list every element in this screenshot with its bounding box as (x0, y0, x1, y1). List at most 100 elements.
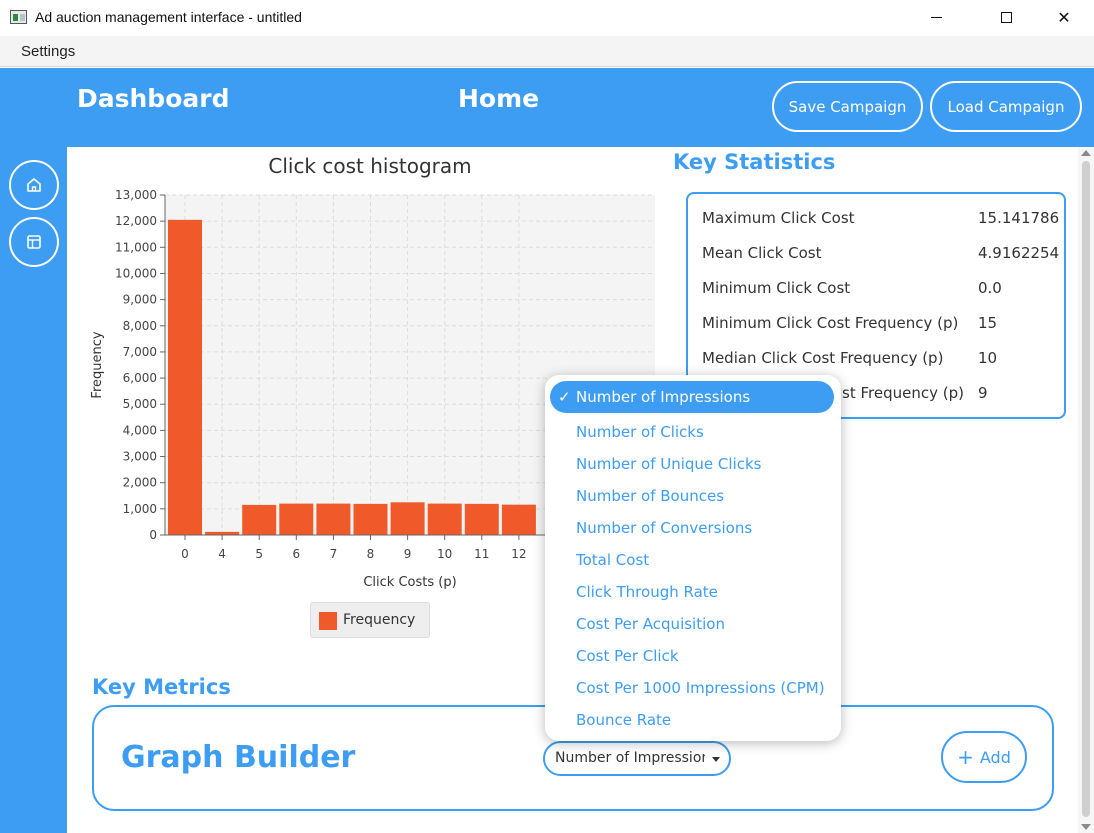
scrollbar-thumb[interactable] (1082, 161, 1090, 817)
dropdown-option[interactable]: Number of Clicks (550, 416, 834, 448)
y-tick-label: 8,000 (123, 319, 157, 333)
dropdown-option[interactable]: Cost Per 1000 Impressions (CPM) (550, 672, 834, 704)
y-tick-label: 11,000 (115, 240, 157, 254)
y-tick-label: 4,000 (123, 423, 157, 437)
dropdown-option[interactable]: Cost Per Acquisition (550, 608, 834, 640)
scroll-down-arrow-icon[interactable] (1081, 824, 1091, 830)
dropdown-option[interactable]: ✓ Number of Impressions (550, 381, 834, 413)
maximize-icon (1000, 11, 1012, 23)
stat-label: Mean Click Cost (702, 244, 822, 262)
home-nav-button[interactable] (9, 160, 59, 210)
chart-legend: Frequency (310, 602, 430, 638)
scroll-up-arrow-icon[interactable] (1081, 150, 1091, 156)
y-axis-label: Frequency (90, 331, 105, 398)
legend-swatch (319, 612, 337, 630)
header: Dashboard Home Save Campaign Load Campai… (0, 68, 1094, 147)
y-tick-label: 3,000 (123, 450, 157, 464)
stat-label: st Frequency (p) (842, 384, 964, 402)
menu-bar: Settings (0, 36, 1094, 67)
home-title: Home (458, 84, 540, 113)
dashboard-title: Dashboard (77, 84, 230, 113)
minimize-button[interactable] (913, 0, 959, 34)
dropdown-option[interactable]: Cost Per Click (550, 640, 834, 672)
key-statistics-title: Key Statistics (673, 150, 836, 174)
add-button-label: Add (979, 747, 1011, 767)
y-tick-label: 2,000 (123, 476, 157, 490)
close-button[interactable]: ✕ (1041, 0, 1087, 34)
histogram-bar (242, 504, 277, 535)
x-tick-label: 0 (181, 547, 189, 561)
stat-value: 10 (978, 349, 998, 367)
sidebar (0, 147, 67, 833)
chart-title: Click cost histogram (268, 154, 472, 178)
window-title: Ad auction management interface - untitl… (35, 9, 302, 25)
dropdown-option[interactable]: Total Cost (550, 544, 834, 576)
metric-select-value: Number of Impressions (555, 750, 705, 766)
y-tick-label: 13,000 (115, 188, 157, 202)
stat-value: 0.0 (978, 279, 1002, 297)
stat-label: Minimum Click Cost Frequency (p) (702, 314, 959, 332)
stat-value: 9 (978, 384, 988, 402)
maximize-button[interactable] (983, 0, 1029, 34)
chevron-down-icon (712, 757, 720, 762)
histogram-bar (316, 503, 351, 535)
minimize-icon (930, 16, 942, 18)
histogram-bar (279, 503, 314, 535)
histogram-bar (464, 503, 499, 535)
histogram-bar (390, 502, 425, 535)
histogram-bar (353, 503, 388, 535)
dropdown-option[interactable]: Click Through Rate (550, 576, 834, 608)
stat-value: 15.141786 (978, 209, 1060, 227)
stat-label: Median Click Cost Frequency (p) (702, 349, 944, 367)
x-tick-label: 6 (292, 547, 300, 561)
app-icon (10, 10, 27, 24)
stat-label: Maximum Click Cost (702, 209, 855, 227)
check-icon: ✓ (558, 388, 571, 406)
metric-dropdown-menu: ✓ Number of Impressions Number of Clicks… (545, 375, 841, 741)
dropdown-option[interactable]: Number of Unique Clicks (550, 448, 834, 480)
histogram-bar (501, 504, 536, 535)
menu-settings[interactable]: Settings (21, 43, 75, 60)
histogram-bar (168, 219, 202, 535)
dropdown-option[interactable]: Bounce Rate (550, 704, 834, 736)
key-metrics-title: Key Metrics (92, 675, 231, 699)
histogram-bar (427, 503, 462, 535)
y-tick-label: 5,000 (123, 397, 157, 411)
vertical-scrollbar[interactable] (1078, 147, 1094, 833)
legend-label: Frequency (343, 612, 416, 628)
x-tick-label: 9 (404, 547, 412, 561)
y-tick-label: 9,000 (123, 293, 157, 307)
x-tick-label: 10 (437, 547, 452, 561)
x-axis-label: Click Costs (p) (363, 575, 456, 590)
graph-builder-title: Graph Builder (121, 740, 356, 775)
y-tick-label: 10,000 (115, 266, 157, 280)
x-tick-label: 4 (218, 547, 226, 561)
load-campaign-button[interactable]: Load Campaign (930, 81, 1082, 132)
y-tick-label: 7,000 (123, 345, 157, 359)
dropdown-option-label: Number of Impressions (576, 388, 751, 406)
x-tick-label: 7 (330, 547, 338, 561)
dropdown-option[interactable]: Number of Conversions (550, 512, 834, 544)
y-tick-label: 6,000 (123, 371, 157, 385)
title-bar: Ad auction management interface - untitl… (0, 0, 1094, 36)
dropdown-option[interactable]: Number of Bounces (550, 480, 834, 512)
plus-icon: + (957, 745, 974, 769)
y-tick-label: 12,000 (115, 214, 157, 228)
save-campaign-button[interactable]: Save Campaign (772, 81, 923, 132)
x-tick-label: 12 (511, 547, 526, 561)
x-tick-label: 11 (474, 547, 489, 561)
app-window: Ad auction management interface - untitl… (0, 0, 1094, 833)
layout-nav-button[interactable] (9, 217, 59, 267)
add-button[interactable]: + Add (941, 731, 1027, 783)
layout-icon (27, 235, 41, 249)
x-tick-label: 5 (255, 547, 263, 561)
stat-value: 4.9162254 (978, 244, 1060, 262)
metric-select[interactable]: Number of Impressions (543, 741, 731, 776)
y-tick-label: 0 (149, 528, 157, 542)
home-icon (27, 178, 41, 192)
stat-value: 15 (978, 314, 998, 332)
y-tick-label: 1,000 (123, 502, 157, 516)
stat-label: Minimum Click Cost (702, 279, 851, 297)
close-icon: ✕ (1057, 7, 1071, 27)
x-tick-label: 8 (367, 547, 375, 561)
